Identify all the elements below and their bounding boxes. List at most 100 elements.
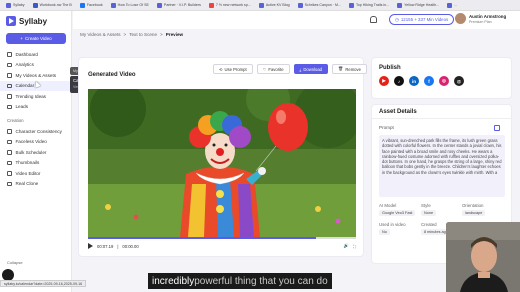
sidebar-item-trending-ideas[interactable]: Trending Ideas — [0, 91, 72, 102]
video-actions: ⟲ Use Prompt ♡ Favorite ⤓ Download 🗑 Remove — [213, 64, 367, 74]
browser-tab[interactable]: Active KV Blog — [255, 1, 294, 10]
sidebar-item-character-consistency[interactable]: Character Consistency — [0, 126, 72, 137]
collapse-sidebar-button[interactable]: Collapse — [7, 260, 23, 265]
breadcrumb-current: Preview — [165, 32, 184, 37]
browser-tab[interactable]: 7 ½ new network sp... — [205, 1, 255, 10]
browser-tab-label: Syllaby — [13, 3, 25, 7]
use-prompt-button[interactable]: ⟲ Use Prompt — [213, 64, 253, 74]
browser-tab-bar: Syllaby Workbook.nw The B Facebook How To L… — [0, 0, 520, 11]
play-icon[interactable] — [88, 243, 93, 249]
caption-highlight: incredibly — [152, 275, 195, 287]
editor-icon — [7, 171, 12, 176]
browser-tab[interactable]: Top Hiking Trails in... — [345, 1, 393, 10]
style-label: Style — [421, 203, 431, 208]
sidebar-item-real-clone[interactable]: Real Clone — [0, 179, 72, 190]
sidebar-item-video-editor[interactable]: Video Editor — [0, 168, 72, 179]
notification-bell-icon[interactable] — [370, 16, 377, 23]
heart-icon: ♡ — [262, 66, 267, 72]
instagram-icon[interactable]: ◎ — [439, 76, 449, 86]
subtitle-caption: incredibly powerful thing that you can d… — [148, 273, 332, 289]
sidebar-item-dashboard[interactable]: Dashboard — [0, 49, 72, 60]
browser-tab[interactable]: ... — [443, 1, 461, 10]
webcam-overlay — [446, 222, 520, 292]
ai-model-value: Google Veo3 Fast — [379, 210, 416, 216]
prompt-label: Prompt — [379, 125, 394, 130]
favicon-icon — [297, 2, 303, 8]
copy-icon[interactable] — [494, 125, 500, 131]
sidebar-item-label: Character Consistency — [15, 128, 62, 134]
create-video-button[interactable]: + Create Video — [6, 33, 66, 44]
youtube-icon[interactable]: ▶ — [379, 76, 389, 86]
clock-icon: ◷ — [395, 16, 399, 22]
download-label: Download — [303, 66, 323, 72]
browser-tab-label: ... — [454, 3, 458, 7]
style-value: None — [421, 210, 437, 216]
fullscreen-icon[interactable]: ⛶ — [353, 244, 356, 249]
facebook-icon[interactable]: f — [424, 76, 434, 86]
favicon-icon — [110, 2, 116, 8]
scheduler-icon — [7, 150, 12, 155]
asset-details-title: Asset Details — [379, 109, 417, 115]
sidebar-item-my-videos[interactable]: My Videos & Assets — [0, 70, 72, 81]
trash-icon: 🗑 — [338, 66, 344, 71]
favicon-icon — [208, 2, 214, 8]
sidebar-nav: Dashboard Analytics My Videos & Assets C… — [0, 49, 72, 189]
browser-tab[interactable]: Facebook — [76, 1, 107, 10]
status-bar-url: syllaby.io/calendar?date=2025-09-16,2025… — [0, 280, 87, 287]
sidebar-item-label: Faceless Video — [15, 139, 47, 145]
favicon-icon — [6, 2, 11, 8]
browser-tab[interactable]: Workbook.nw The B — [29, 1, 76, 10]
avatar[interactable] — [455, 13, 466, 24]
browser-tab-label: Schrikes Canyon · M... — [304, 3, 341, 7]
video-progress-fill — [88, 237, 316, 239]
app-logo[interactable]: Syllaby — [6, 16, 47, 26]
caption-rest: powerful thing that you can do — [194, 275, 328, 287]
threads-icon[interactable]: @ — [454, 76, 464, 86]
linkedin-icon[interactable]: in — [409, 76, 419, 86]
video-player[interactable] — [88, 89, 356, 237]
browser-tab-label: Active KV Blog — [265, 3, 290, 7]
sidebar-item-label: Analytics — [15, 62, 34, 68]
video-progress-bar[interactable] — [88, 237, 356, 239]
remove-label: Remove — [345, 66, 361, 72]
volume-icon[interactable]: 🔊 — [344, 243, 349, 249]
leads-icon — [7, 104, 12, 109]
credits-pill[interactable]: ◷ 12155 + 337 Min Videos — [389, 14, 455, 25]
orientation-value: landscape — [462, 210, 486, 216]
sidebar-item-label: Trending Ideas — [15, 93, 46, 99]
tiktok-icon[interactable]: ♪ — [394, 76, 404, 86]
download-button[interactable]: ⤓ Download — [293, 64, 329, 74]
sidebar-item-faceless-video[interactable]: Faceless Video — [0, 137, 72, 148]
browser-tab[interactable]: Syllaby — [2, 1, 29, 10]
breadcrumb-my-videos[interactable]: My Videos & Assets — [80, 32, 121, 37]
browser-tab[interactable]: How To Lose Of SE — [107, 1, 153, 10]
browser-tab[interactable]: Schrikes Canyon · M... — [294, 1, 345, 10]
orientation-label: Orientation — [462, 203, 484, 208]
used-in-video-value: No — [379, 229, 390, 235]
browser-tab-label: Top Hiking Trails in... — [356, 3, 390, 7]
breadcrumb-separator: > — [160, 32, 163, 37]
favorite-button[interactable]: ♡ Favorite — [256, 64, 290, 74]
sidebar-item-leads[interactable]: Leads — [0, 102, 72, 113]
browser-tab[interactable]: Partner · V.I.P. Builders — [153, 1, 205, 10]
used-in-video-label: Used in video — [379, 222, 406, 227]
favicon-icon — [258, 2, 264, 8]
user-name: Austin Armstrong — [469, 14, 507, 19]
sidebar-item-thumbnails[interactable]: Thumbnails — [0, 158, 72, 169]
breadcrumb: My Videos & Assets > Text to Scene > Pre… — [80, 32, 183, 37]
browser-tab-label: Yellow Ridge Health... — [404, 3, 440, 7]
sidebar-item-analytics[interactable]: Analytics — [0, 60, 72, 71]
sidebar-item-bulk-scheduler[interactable]: Bulk Scheduler — [0, 147, 72, 158]
browser-tab[interactable]: Yellow Ridge Health... — [393, 1, 443, 10]
analytics-icon — [7, 62, 12, 67]
favorite-label: Favorite — [268, 66, 284, 72]
remove-button[interactable]: 🗑 Remove — [332, 64, 367, 74]
sidebar-item-label: My Videos & Assets — [15, 72, 57, 78]
video-title: Generated Video — [88, 72, 136, 78]
plus-icon: + — [20, 36, 23, 41]
calendar-icon — [7, 83, 12, 88]
browser-tab-label: How To Lose Of SE — [117, 3, 149, 7]
breadcrumb-text-to-scene[interactable]: Text to Scene — [129, 32, 157, 37]
logo-text: Syllaby — [19, 16, 48, 26]
publish-platforms: ▶ ♪ in f ◎ @ — [379, 76, 464, 86]
